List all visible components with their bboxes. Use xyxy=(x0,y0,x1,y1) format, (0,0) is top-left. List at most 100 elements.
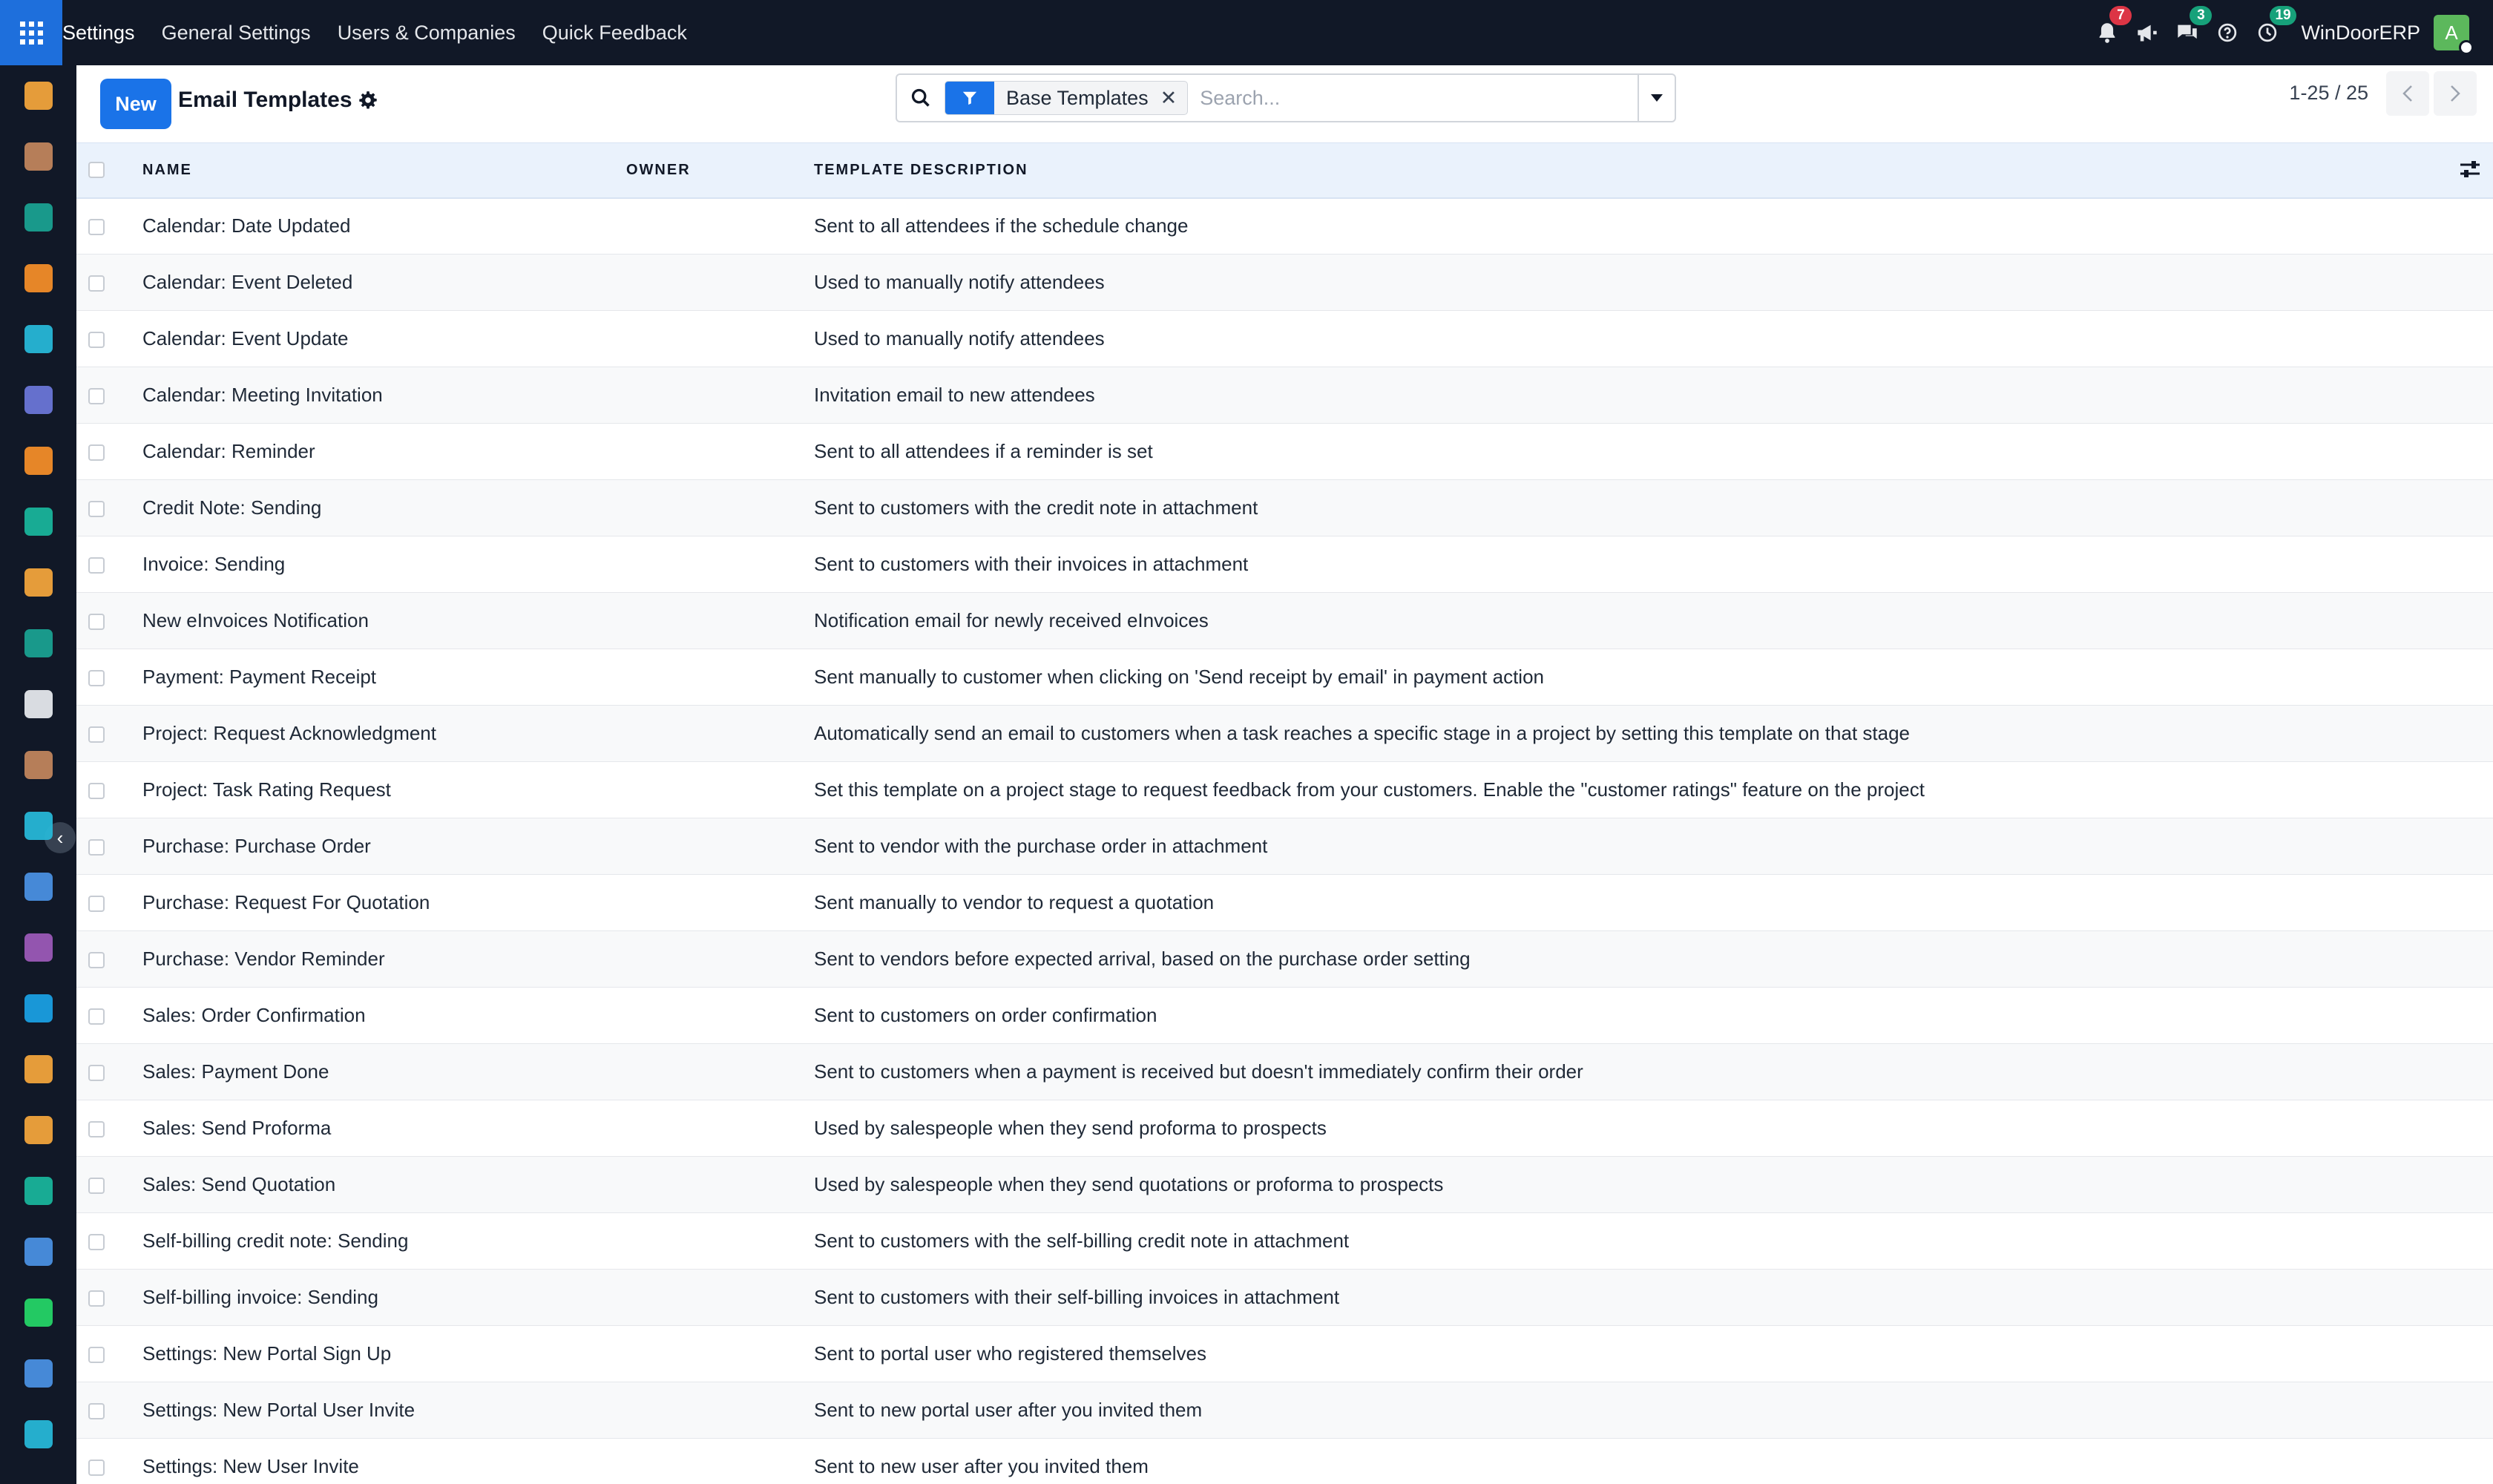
row-checkbox[interactable] xyxy=(88,1290,105,1307)
column-header-description[interactable]: TEMPLATE DESCRIPTION xyxy=(814,143,2493,198)
cell-owner[interactable] xyxy=(626,593,814,649)
cell-owner[interactable] xyxy=(626,1100,814,1157)
actions-gear-button[interactable] xyxy=(358,91,378,114)
row-checkbox[interactable] xyxy=(88,557,105,574)
manufacturing-app-icon[interactable] xyxy=(24,933,53,962)
table-row[interactable]: Purchase: Request For Quotation Sent manu… xyxy=(76,875,2493,931)
cell-description[interactable]: Sent to customers on order confirmation xyxy=(814,988,2493,1044)
table-row[interactable]: Calendar: Meeting Invitation Invitation e… xyxy=(76,367,2493,424)
cell-owner[interactable] xyxy=(626,1326,814,1382)
select-all-checkbox[interactable] xyxy=(88,162,105,179)
cell-description[interactable]: Sent manually to customer when clicking … xyxy=(814,649,2493,706)
email-marketing-app-icon[interactable] xyxy=(24,386,53,414)
row-checkbox[interactable] xyxy=(88,275,105,292)
cell-description[interactable]: Sent to customers when a payment is rece… xyxy=(814,1044,2493,1100)
cell-name[interactable]: Settings: New Portal Sign Up xyxy=(142,1326,626,1382)
row-checkbox[interactable] xyxy=(88,670,105,687)
cell-description[interactable]: Sent to customers with the self-billing … xyxy=(814,1213,2493,1270)
app-menu-button[interactable] xyxy=(0,0,62,65)
cell-owner[interactable] xyxy=(626,1382,814,1439)
table-row[interactable]: Calendar: Date Updated Sent to all attend… xyxy=(76,198,2493,255)
timesheet-app-icon[interactable] xyxy=(24,1359,53,1388)
cell-owner[interactable] xyxy=(626,762,814,818)
announcements-button[interactable] xyxy=(2127,0,2167,65)
row-checkbox[interactable] xyxy=(88,1065,105,1082)
optional-columns-button[interactable] xyxy=(2459,160,2481,183)
cell-owner[interactable] xyxy=(626,931,814,988)
table-row[interactable]: Credit Note: Sending Sent to customers wi… xyxy=(76,479,2493,536)
table-row[interactable]: Sales: Send Quotation Used by salespeople… xyxy=(76,1156,2493,1213)
cell-owner[interactable] xyxy=(626,1157,814,1213)
cell-owner[interactable] xyxy=(626,198,814,255)
table-row[interactable]: Purchase: Purchase Order Sent to vendor w… xyxy=(76,818,2493,875)
cell-description[interactable]: Sent to all attendees if a reminder is s… xyxy=(814,424,2493,480)
table-row[interactable]: Purchase: Vendor Reminder Sent to vendors… xyxy=(76,930,2493,988)
table-row[interactable]: Payment: Payment Receipt Sent manually to… xyxy=(76,649,2493,706)
table-row[interactable]: Sales: Order Confirmation Sent to custome… xyxy=(76,988,2493,1044)
table-row[interactable]: Self-billing credit note: Sending Sent to… xyxy=(76,1213,2493,1270)
project-app-icon[interactable] xyxy=(24,812,53,840)
help-button[interactable] xyxy=(2207,0,2247,65)
row-checkbox[interactable] xyxy=(88,388,105,405)
new-button[interactable]: New xyxy=(100,79,171,129)
row-checkbox[interactable] xyxy=(88,839,105,856)
menu-quick-feedback[interactable]: Quick Feedback xyxy=(529,0,700,65)
cell-name[interactable]: Credit Note: Sending xyxy=(142,480,626,536)
sign-app-icon[interactable] xyxy=(24,1177,53,1205)
cell-name[interactable]: Purchase: Request For Quotation xyxy=(142,875,626,931)
dashboards-app-icon[interactable] xyxy=(24,1238,53,1266)
team-app-icon[interactable] xyxy=(24,1055,53,1083)
pager-next-button[interactable] xyxy=(2434,71,2477,116)
cell-description[interactable]: Sent to all attendees if the schedule ch… xyxy=(814,198,2493,255)
cell-name[interactable]: Calendar: Reminder xyxy=(142,424,626,480)
table-row[interactable]: Project: Request Acknowledgment Automatic… xyxy=(76,705,2493,762)
row-checkbox[interactable] xyxy=(88,1403,105,1420)
invoicing-app-icon[interactable] xyxy=(24,994,53,1022)
row-checkbox[interactable] xyxy=(88,219,105,236)
cell-owner[interactable] xyxy=(626,255,814,311)
cell-owner[interactable] xyxy=(626,424,814,480)
user-avatar[interactable]: A xyxy=(2434,15,2474,55)
chat-app-icon[interactable] xyxy=(24,264,53,292)
cell-description[interactable]: Set this template on a project stage to … xyxy=(814,762,2493,818)
cell-name[interactable]: Calendar: Event Update xyxy=(142,311,626,367)
website-2-app-icon[interactable] xyxy=(24,1420,53,1448)
cell-name[interactable]: Project: Request Acknowledgment xyxy=(142,706,626,762)
notifications-button[interactable]: 7 xyxy=(2087,0,2132,65)
cell-description[interactable]: Sent to customers with their self-billin… xyxy=(814,1270,2493,1326)
cell-name[interactable]: Settings: New User Invite xyxy=(142,1439,626,1484)
cell-owner[interactable] xyxy=(626,818,814,875)
cell-description[interactable]: Sent to vendors before expected arrival,… xyxy=(814,931,2493,988)
calendar-app-icon[interactable] xyxy=(24,1116,53,1144)
column-header-owner[interactable]: OWNER xyxy=(626,143,814,198)
cell-name[interactable]: Calendar: Meeting Invitation xyxy=(142,367,626,424)
cell-description[interactable]: Notification email for newly received eI… xyxy=(814,593,2493,649)
sales-app-icon[interactable] xyxy=(24,82,53,110)
search-input[interactable] xyxy=(1188,86,1638,110)
cell-name[interactable]: Settings: New Portal User Invite xyxy=(142,1382,626,1439)
cell-name[interactable]: Sales: Send Quotation xyxy=(142,1157,626,1213)
cell-description[interactable]: Used to manually notify attendees xyxy=(814,311,2493,367)
table-row[interactable]: Calendar: Event Deleted Used to manually … xyxy=(76,254,2493,311)
cell-owner[interactable] xyxy=(626,1439,814,1484)
cell-owner[interactable] xyxy=(626,649,814,706)
cell-name[interactable]: Self-billing invoice: Sending xyxy=(142,1270,626,1326)
cell-owner[interactable] xyxy=(626,480,814,536)
cell-description[interactable]: Sent manually to vendor to request a quo… xyxy=(814,875,2493,931)
cell-owner[interactable] xyxy=(626,706,814,762)
cell-name[interactable]: Calendar: Date Updated xyxy=(142,198,626,255)
purchase-app-icon[interactable] xyxy=(24,751,53,779)
crm-app-icon[interactable] xyxy=(24,508,53,536)
discuss-app-icon[interactable] xyxy=(24,447,53,475)
cell-name[interactable]: Sales: Order Confirmation xyxy=(142,988,626,1044)
pager-value[interactable]: 1-25 / 25 xyxy=(2289,82,2368,105)
table-row[interactable]: Calendar: Reminder Sent to all attendees … xyxy=(76,424,2493,480)
cell-owner[interactable] xyxy=(626,1044,814,1100)
whatsapp-app-icon[interactable] xyxy=(24,1298,53,1327)
row-checkbox[interactable] xyxy=(88,501,105,518)
row-checkbox[interactable] xyxy=(88,1234,105,1251)
row-checkbox[interactable] xyxy=(88,1178,105,1195)
cell-description[interactable]: Sent to customers with the credit note i… xyxy=(814,480,2493,536)
cell-description[interactable]: Sent to customers with their invoices in… xyxy=(814,536,2493,593)
reporting-app-icon[interactable] xyxy=(24,568,53,597)
